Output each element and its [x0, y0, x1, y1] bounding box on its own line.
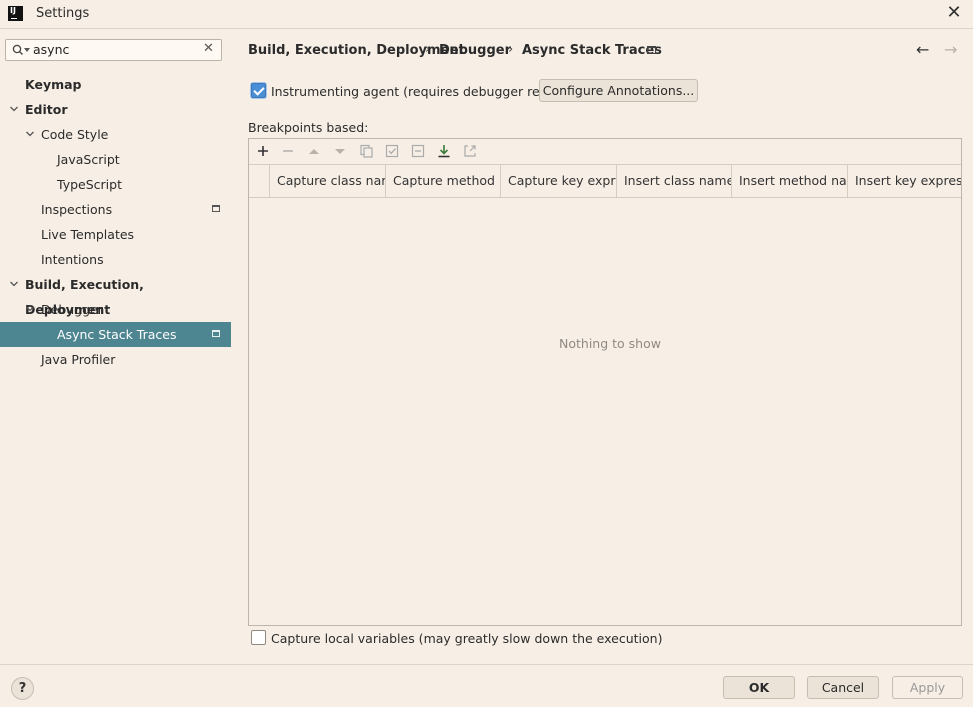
apply-button[interactable]: Apply	[892, 676, 963, 699]
ok-button[interactable]: OK	[723, 676, 795, 699]
search-value: async	[33, 42, 70, 57]
close-icon[interactable]: ✕	[946, 4, 962, 22]
search-history-chevron-icon[interactable]	[24, 48, 30, 53]
column-header[interactable]: Capture class name	[269, 164, 385, 197]
sidebar-item-label: Keymap	[25, 77, 82, 92]
sidebar-item-build-execution-deployment[interactable]: Build, Execution, Deployment	[0, 272, 231, 317]
sidebar-item-label: Code Style	[41, 127, 109, 142]
page-title: Async Stack Traces	[522, 43, 662, 58]
clear-search-icon[interactable]: ✕	[203, 41, 214, 56]
breadcrumb-separator: ›	[425, 42, 431, 57]
sidebar-item-live-templates[interactable]: Live Templates	[0, 222, 231, 247]
sidebar-item-label: TypeScript	[57, 177, 122, 192]
chevron-down-icon[interactable]	[9, 279, 19, 289]
forward-arrow-icon[interactable]: →	[944, 40, 957, 59]
sidebar-item-label: Intentions	[41, 252, 104, 267]
breadcrumb-separator: ›	[508, 42, 514, 57]
export-icon[interactable]	[462, 143, 478, 159]
help-button[interactable]: ?	[11, 677, 34, 700]
chevron-down-icon[interactable]	[9, 104, 19, 114]
breadcrumb-item[interactable]: Build, Execution, Deployment	[248, 43, 465, 58]
uncheck-all-icon[interactable]	[410, 143, 426, 159]
sidebar-item-label: Java Profiler	[41, 352, 116, 367]
table-toolbar	[249, 139, 961, 165]
column-header[interactable]: Insert method na...	[731, 164, 847, 197]
window-title: Settings	[36, 6, 90, 21]
sidebar-item-code-style[interactable]: Code Style	[0, 122, 231, 147]
title-bar: IJ Settings ✕	[0, 0, 973, 29]
sidebar-item-keymap[interactable]: Keymap	[0, 72, 231, 97]
instrumenting-agent-label: Instrumenting agent (requires debugger r…	[271, 84, 574, 99]
column-header[interactable]: Capture method ...	[385, 164, 500, 197]
add-icon[interactable]	[255, 143, 271, 159]
breadcrumb-item[interactable]: Debugger	[439, 43, 511, 58]
sidebar-item-label: Editor	[25, 102, 68, 117]
sidebar-item-debugger[interactable]: Debugger	[0, 297, 231, 322]
column-header[interactable]: Insert class name	[616, 164, 731, 197]
breakpoints-based-label: Breakpoints based:	[248, 120, 369, 135]
sidebar-item-label: Live Templates	[41, 227, 135, 242]
empty-state-text: Nothing to show	[559, 336, 661, 351]
remove-icon[interactable]	[280, 143, 296, 159]
move-down-icon[interactable]	[332, 143, 348, 159]
sidebar-item-editor[interactable]: Editor	[0, 97, 231, 122]
sidebar-item-intentions[interactable]: Intentions	[0, 247, 231, 272]
search-input[interactable]: async ✕	[5, 39, 222, 61]
import-icon[interactable]	[436, 143, 452, 159]
table-header: Capture class name Capture method ... Ca…	[249, 164, 961, 198]
sidebar-item-label: JavaScript	[57, 152, 120, 167]
instrumenting-agent-checkbox[interactable]	[251, 83, 266, 98]
sidebar-item-javascript[interactable]: JavaScript	[0, 147, 231, 172]
move-up-icon[interactable]	[306, 143, 322, 159]
chevron-down-icon[interactable]	[25, 129, 35, 139]
project-settings-icon	[647, 46, 656, 54]
configure-annotations-button[interactable]: Configure Annotations...	[539, 79, 698, 102]
sidebar-item-java-profiler[interactable]: Java Profiler	[0, 347, 231, 372]
search-icon	[12, 44, 23, 55]
sidebar-item-label: Async Stack Traces	[57, 327, 177, 342]
project-settings-icon	[212, 205, 220, 212]
sidebar-item-async-stack-traces[interactable]: Async Stack Traces	[0, 322, 231, 347]
back-arrow-icon[interactable]: ←	[916, 40, 929, 59]
column-header[interactable]: Capture key expre...	[500, 164, 616, 197]
copy-icon[interactable]	[358, 143, 374, 159]
chevron-down-icon[interactable]	[25, 304, 35, 314]
breakpoints-table: Capture class name Capture method ... Ca…	[248, 138, 962, 626]
cancel-button[interactable]: Cancel	[807, 676, 879, 699]
sidebar-item-typescript[interactable]: TypeScript	[0, 172, 231, 197]
capture-local-variables-checkbox[interactable]	[251, 630, 266, 645]
intellij-logo-icon: IJ	[8, 6, 23, 21]
footer-divider	[0, 664, 973, 665]
sidebar-item-inspections[interactable]: Inspections	[0, 197, 231, 222]
check-all-icon[interactable]	[384, 143, 400, 159]
project-settings-icon	[212, 330, 220, 337]
capture-local-variables-label: Capture local variables (may greatly slo…	[271, 631, 663, 646]
sidebar-item-label: Debugger	[41, 302, 103, 317]
column-header[interactable]: Insert key expressi...	[847, 164, 961, 197]
sidebar-item-label: Inspections	[41, 202, 113, 217]
